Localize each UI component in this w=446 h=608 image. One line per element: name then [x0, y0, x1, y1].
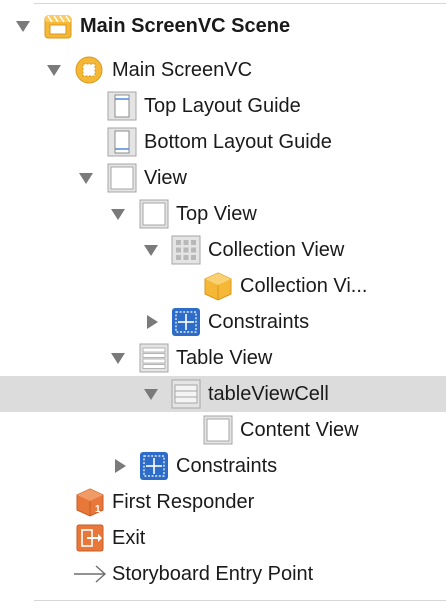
outline-label: Collection View: [208, 239, 345, 261]
view-icon: [107, 163, 137, 193]
outline-row-entry-point[interactable]: Storyboard Entry Point: [0, 556, 446, 592]
top-layout-guide-icon: [107, 91, 137, 121]
disclosure-expanded-icon[interactable]: [79, 171, 93, 185]
table-view-icon: [139, 343, 169, 373]
outline-row-collection-view-cell[interactable]: Collection Vi...: [0, 268, 446, 304]
document-outline: Main ScreenVC Scene Main ScreenVC Top La…: [0, 0, 446, 608]
first-responder-icon: 1: [75, 487, 105, 517]
outline-row-view-controller[interactable]: Main ScreenVC: [0, 52, 446, 88]
outline-row-view[interactable]: View: [0, 160, 446, 196]
outline-row-top-view[interactable]: Top View: [0, 196, 446, 232]
disclosure-expanded-icon[interactable]: [16, 19, 30, 33]
outline-label: Collection Vi...: [240, 275, 368, 297]
outline-label: Bottom Layout Guide: [144, 131, 332, 153]
outline-label: View: [144, 167, 187, 189]
view-controller-icon: [75, 56, 103, 84]
bottom-layout-guide-icon: [107, 127, 137, 157]
divider-top: [34, 3, 446, 4]
divider-bottom: [34, 600, 446, 601]
outline-row-first-responder[interactable]: 1 First Responder: [0, 484, 446, 520]
disclosure-expanded-icon[interactable]: [47, 63, 61, 77]
outline-row-scene[interactable]: Main ScreenVC Scene: [0, 8, 446, 44]
outline-row-top-layout-guide[interactable]: Top Layout Guide: [0, 88, 446, 124]
outline-label: Main ScreenVC: [112, 59, 253, 81]
collection-view-icon: [171, 235, 201, 265]
disclosure-collapsed-icon[interactable]: [145, 315, 159, 329]
disclosure-expanded-icon[interactable]: [144, 387, 158, 401]
outline-label: Constraints: [176, 455, 278, 477]
outline-row-content-view[interactable]: Content View: [0, 412, 446, 448]
outline-row-constraints[interactable]: Constraints: [0, 304, 446, 340]
disclosure-expanded-icon[interactable]: [111, 207, 125, 221]
outline-label: Content View: [240, 419, 359, 441]
disclosure-expanded-icon[interactable]: [111, 351, 125, 365]
outline-label: First Responder: [112, 491, 255, 513]
view-icon: [139, 199, 169, 229]
disclosure-expanded-icon[interactable]: [144, 243, 158, 257]
table-view-cell-icon: [171, 379, 201, 409]
outline-label: Constraints: [208, 311, 310, 333]
outline-label: Storyboard Entry Point: [112, 563, 314, 585]
outline-label: Table View: [176, 347, 273, 369]
outline-label: tableViewCell: [208, 383, 329, 405]
constraints-icon: [171, 307, 201, 337]
outline-row-table-view-cell[interactable]: tableViewCell: [0, 376, 446, 412]
entry-point-arrow-icon: [73, 561, 107, 587]
outline-label: Main ScreenVC Scene: [80, 15, 291, 37]
outline-label: Top View: [176, 203, 257, 225]
scene-icon: [44, 12, 72, 40]
outline-row-collection-view[interactable]: Collection View: [0, 232, 446, 268]
svg-text:1: 1: [95, 504, 101, 515]
collection-view-cell-icon: [203, 271, 233, 301]
outline-label: Exit: [112, 527, 146, 549]
exit-icon: [75, 523, 105, 553]
view-icon: [203, 415, 233, 445]
outline-row-bottom-layout-guide[interactable]: Bottom Layout Guide: [0, 124, 446, 160]
outline-row-constraints[interactable]: Constraints: [0, 448, 446, 484]
disclosure-collapsed-icon[interactable]: [113, 459, 127, 473]
constraints-icon: [139, 451, 169, 481]
outline-row-exit[interactable]: Exit: [0, 520, 446, 556]
outline-label: Top Layout Guide: [144, 95, 301, 117]
outline-row-table-view[interactable]: Table View: [0, 340, 446, 376]
